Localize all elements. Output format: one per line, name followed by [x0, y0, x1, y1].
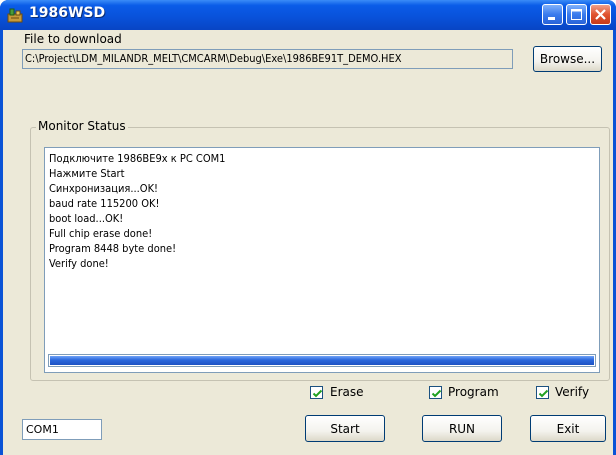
check-icon — [431, 389, 442, 398]
status-log-lines: Подключите 1986BE9x к PC COM1 Нажмите St… — [49, 151, 225, 271]
log-line: baud rate 115200 OK! — [49, 197, 160, 210]
browse-button[interactable]: Browse... — [533, 46, 602, 72]
file-path-field[interactable]: C:\Project\LDM_MILANDR_MELT\CMCARM\Debug… — [22, 49, 513, 69]
check-icon — [538, 389, 549, 398]
log-line: Подключите 1986BE9x к PC COM1 — [49, 152, 226, 165]
app-icon — [7, 7, 23, 23]
start-button[interactable]: Start — [305, 415, 385, 442]
program-checkbox[interactable] — [429, 386, 442, 399]
com-port-field[interactable]: COM1 — [22, 419, 102, 440]
log-line: boot load...OK! — [49, 212, 124, 225]
program-label: Program — [448, 385, 499, 399]
run-button[interactable]: RUN — [422, 415, 502, 442]
log-line: Синхронизация...OK! — [49, 182, 159, 195]
close-button[interactable] — [590, 4, 611, 25]
verify-label: Verify — [555, 385, 590, 399]
check-icon — [312, 389, 323, 398]
verify-checkbox[interactable] — [536, 386, 549, 399]
progress-bar — [48, 354, 596, 367]
log-line: Нажмите Start — [49, 167, 125, 180]
log-line: Full chip erase done! — [49, 227, 153, 240]
window-title: 1986WSD — [29, 5, 106, 21]
log-line: Program 8448 byte done! — [49, 242, 177, 255]
erase-checkbox[interactable] — [310, 386, 323, 399]
minimize-button[interactable] — [542, 4, 563, 25]
close-icon — [595, 9, 606, 20]
log-line: Verify done! — [49, 257, 109, 270]
progress-fill — [50, 356, 594, 365]
maximize-button[interactable] — [566, 4, 587, 25]
exit-button[interactable]: Exit — [530, 415, 606, 442]
app-window: 1986WSD File to download C:\Project\LDM_… — [0, 0, 616, 455]
erase-label: Erase — [330, 385, 364, 399]
monitor-status-title: Monitor Status — [36, 119, 128, 133]
title-bar[interactable]: 1986WSD — [0, 0, 616, 30]
file-to-download-label: File to download — [24, 32, 122, 46]
minimize-icon — [548, 17, 555, 20]
maximize-icon — [571, 9, 582, 20]
